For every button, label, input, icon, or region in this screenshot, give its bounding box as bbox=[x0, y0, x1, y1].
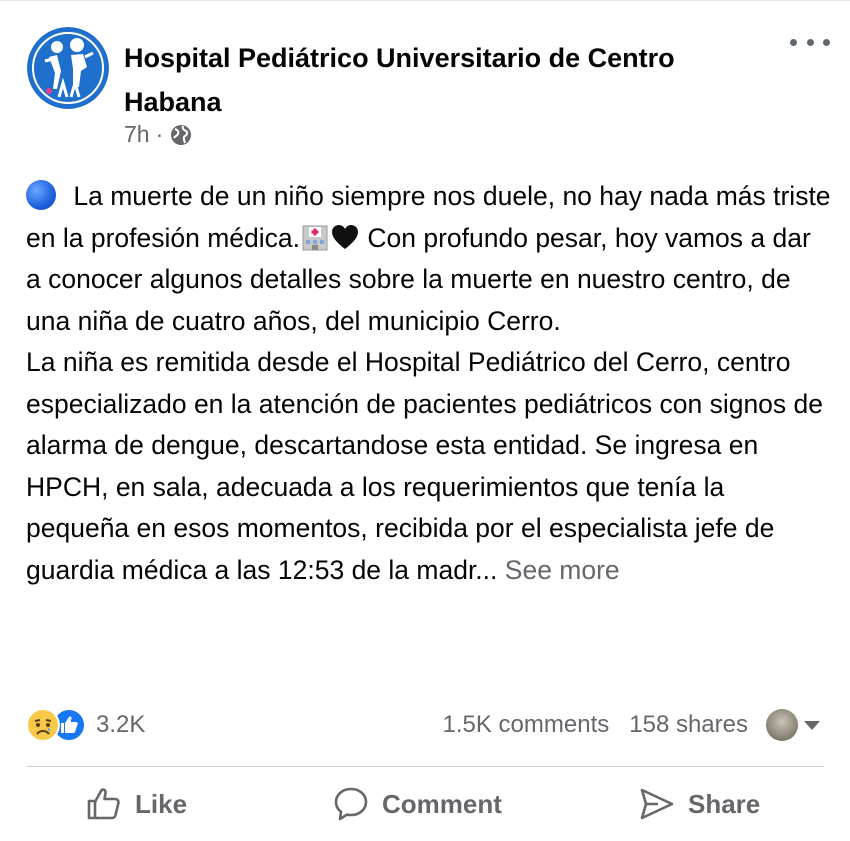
hospital-logo-icon bbox=[27, 27, 109, 109]
share-button[interactable]: Share bbox=[638, 772, 760, 836]
post-time[interactable]: 7h bbox=[124, 121, 150, 148]
comment-button[interactable]: Comment bbox=[332, 772, 502, 836]
black-heart-emoji-icon bbox=[332, 224, 358, 249]
globe-icon[interactable] bbox=[169, 123, 193, 147]
actions-divider bbox=[26, 766, 824, 767]
comment-bubble-icon bbox=[334, 787, 368, 821]
thumbs-up-icon bbox=[87, 788, 120, 820]
post-text: La muerte de un niño siempre nos duele, … bbox=[26, 176, 831, 591]
post-meta: 7h · bbox=[124, 121, 193, 148]
like-label: Like bbox=[135, 788, 188, 819]
post-text-paragraph2: La niña es remitida desde el Hospital Pe… bbox=[26, 347, 824, 585]
chevron-down-icon[interactable] bbox=[804, 720, 820, 730]
top-divider bbox=[0, 0, 850, 1]
share-label: Share bbox=[688, 788, 761, 819]
hospital-emoji-icon bbox=[302, 225, 328, 250]
page-avatar[interactable] bbox=[27, 27, 109, 109]
reaction-count: 3.2K bbox=[96, 711, 146, 738]
blue-circle-emoji-icon bbox=[26, 180, 56, 210]
more-options-icon[interactable] bbox=[790, 30, 830, 54]
sad-reaction-icon bbox=[26, 708, 60, 742]
comments-count[interactable]: 1.5K comments bbox=[443, 711, 610, 739]
shares-count[interactable]: 158 shares bbox=[629, 711, 748, 739]
engagement-stats: 1.5K comments 158 shares bbox=[443, 705, 820, 745]
reactions-summary[interactable]: 3.2K bbox=[26, 705, 145, 745]
see-more-link[interactable]: See more bbox=[505, 555, 620, 585]
post-paragraph-2: La niña es remitida desde el Hospital Pe… bbox=[26, 342, 831, 591]
post-paragraph-1: La muerte de un niño siempre nos duele, … bbox=[26, 176, 831, 342]
post-actions-bar: Like Comment Share bbox=[0, 772, 850, 836]
share-arrow-icon bbox=[640, 788, 674, 820]
meta-separator: · bbox=[155, 121, 164, 147]
page-name[interactable]: Hospital Pediátrico Universitario de Cen… bbox=[124, 36, 764, 124]
comment-label: Comment bbox=[382, 788, 502, 819]
like-button[interactable]: Like bbox=[85, 772, 187, 836]
viewer-avatar[interactable] bbox=[766, 709, 798, 741]
facebook-post: Hospital Pediátrico Universitario de Cen… bbox=[0, 0, 850, 841]
